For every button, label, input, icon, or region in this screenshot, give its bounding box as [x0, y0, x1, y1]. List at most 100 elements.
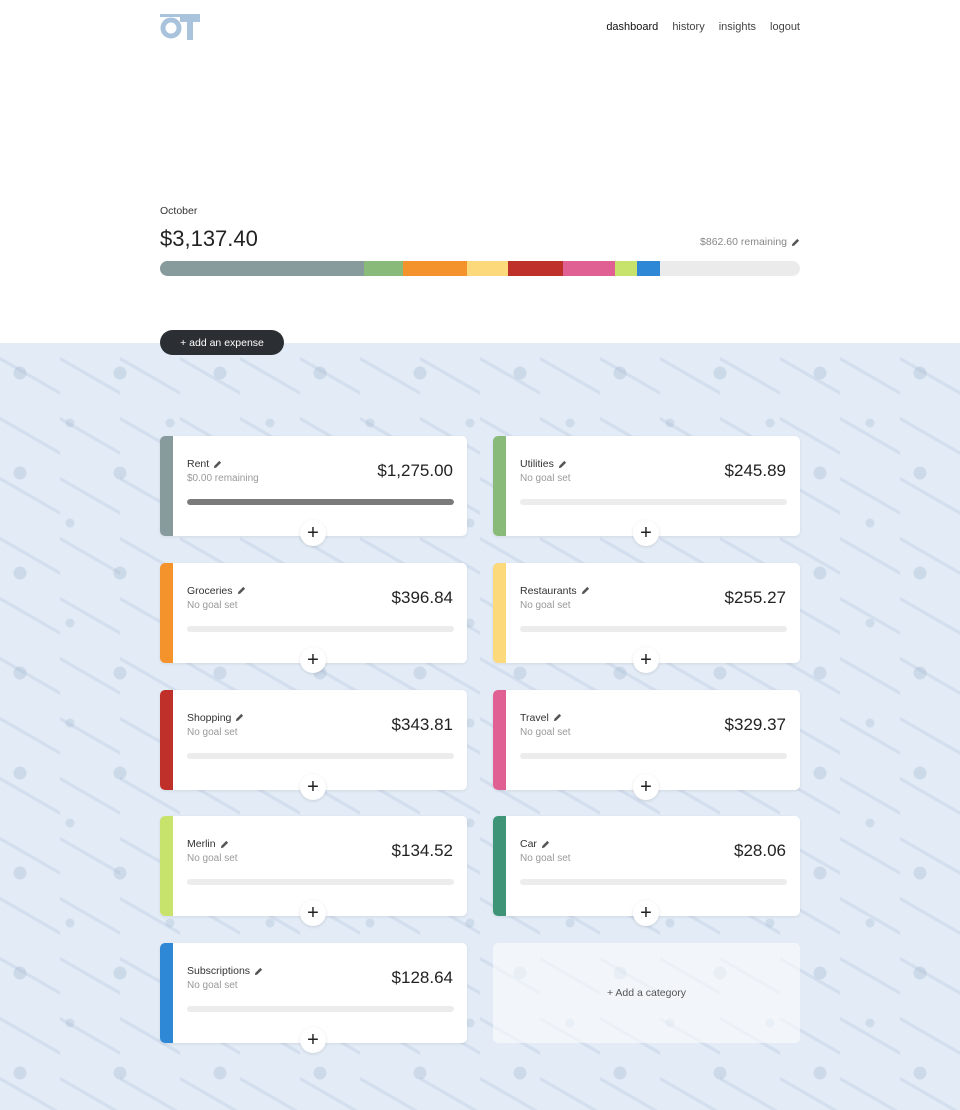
category-progress-bar [520, 499, 787, 505]
category-card-rent[interactable]: Rent $0.00 remaining $1,275.00 + [160, 436, 467, 546]
category-amount: $28.06 [734, 841, 786, 861]
add-expense-button[interactable]: + add an expense [160, 330, 284, 355]
category-amount: $343.81 [391, 714, 453, 734]
category-amount: $134.52 [391, 841, 453, 861]
category-goal: No goal set [520, 599, 571, 611]
add-to-category-button[interactable]: + [633, 520, 659, 546]
category-color-stripe [493, 562, 506, 663]
category-card-subscriptions[interactable]: Subscriptions No goal set $128.64 + [160, 943, 467, 1053]
category-label: Merlin [187, 838, 216, 851]
category-label: Shopping [187, 711, 232, 724]
main-nav: dashboard history insights logout [606, 21, 800, 33]
logo-icon[interactable] [160, 14, 200, 40]
edit-pencil-icon[interactable] [541, 840, 550, 849]
category-amount: $128.64 [391, 968, 453, 987]
category-name[interactable]: Restaurants [520, 585, 590, 597]
edit-pencil-icon[interactable] [220, 840, 229, 849]
category-progress-bar [187, 1006, 454, 1012]
nav-insights[interactable]: insights [719, 21, 756, 33]
budget-segment-groceries [403, 261, 467, 276]
category-amount: $1,275.00 [377, 461, 453, 480]
edit-pencil-icon[interactable] [235, 713, 244, 722]
category-label: Utilities [520, 458, 554, 470]
category-color-stripe [493, 436, 506, 536]
category-goal: No goal set [187, 726, 238, 738]
category-goal: $0.00 remaining [187, 473, 259, 484]
category-label: Groceries [187, 584, 233, 597]
edit-pencil-icon[interactable] [558, 460, 567, 469]
category-label: Car [520, 838, 537, 851]
category-card-car[interactable]: Car No goal set $28.06 + [493, 816, 800, 927]
category-progress-bar [187, 879, 454, 886]
category-color-stripe [493, 689, 506, 790]
category-goal: No goal set [520, 726, 571, 738]
category-label: Restaurants [520, 584, 577, 597]
category-name[interactable]: Groceries [187, 585, 246, 597]
category-amount: $255.27 [724, 587, 786, 607]
nav-history[interactable]: history [672, 21, 704, 33]
category-goal: No goal set [520, 853, 571, 865]
add-to-category-button[interactable]: + [633, 646, 659, 673]
category-name[interactable]: Travel [520, 712, 562, 724]
add-to-category-button[interactable]: + [633, 773, 659, 800]
category-goal: No goal set [520, 473, 571, 484]
edit-pencil-icon[interactable] [581, 586, 590, 595]
add-to-category-button[interactable]: + [300, 646, 326, 673]
category-name[interactable]: Utilities [520, 458, 567, 470]
add-to-category-button[interactable]: + [300, 773, 326, 800]
category-label: Travel [520, 711, 549, 724]
category-card-shopping[interactable]: Shopping No goal set $343.81 + [160, 689, 467, 800]
category-card-merlin[interactable]: Merlin No goal set $134.52 + [160, 816, 467, 927]
background-pattern [0, 343, 960, 1110]
category-color-stripe [160, 943, 173, 1043]
category-card-groceries[interactable]: Groceries No goal set $396.84 + [160, 562, 467, 673]
total-spent: $3,137.40 [160, 226, 258, 251]
category-color-stripe [493, 816, 506, 917]
category-color-stripe [160, 436, 173, 536]
budget-segment-shopping [507, 261, 563, 276]
month-label: October [160, 205, 198, 217]
budget-segment-restaurants [466, 261, 508, 276]
remaining-label: $862.60 remaining [700, 236, 787, 248]
edit-pencil-icon[interactable] [254, 967, 263, 976]
budget-bar [160, 261, 800, 276]
edit-pencil-icon[interactable] [213, 460, 222, 469]
category-card-travel[interactable]: Travel No goal set $329.37 + [493, 689, 800, 800]
category-progress-bar [187, 499, 454, 505]
budget-segment-rent [160, 261, 365, 276]
header-area: dashboard history insights logout Octobe… [0, 0, 960, 343]
category-progress-bar [520, 879, 787, 886]
add-to-category-button[interactable]: + [300, 1027, 326, 1053]
add-to-category-button[interactable]: + [300, 520, 326, 546]
category-name[interactable]: Shopping [187, 712, 244, 724]
category-progress-bar [520, 752, 787, 759]
category-name[interactable]: Merlin [187, 838, 229, 850]
category-progress-bar [187, 752, 454, 759]
category-label: Rent [187, 458, 210, 470]
budget-remaining[interactable]: $862.60 remaining [700, 236, 800, 248]
budget-segment-travel [562, 261, 615, 276]
category-goal: No goal set [187, 599, 238, 611]
category-card-restaurants[interactable]: Restaurants No goal set $255.27 + [493, 562, 800, 673]
category-progress-bar [187, 625, 454, 632]
category-color-stripe [160, 689, 173, 790]
category-color-stripe [160, 562, 173, 663]
add-category-button[interactable]: + Add a category [493, 943, 800, 1043]
budget-segment-merlin [615, 261, 637, 276]
category-name[interactable]: Car [520, 838, 550, 850]
budget-segment-utilities [364, 261, 404, 276]
edit-pencil-icon[interactable] [553, 713, 562, 722]
category-amount: $329.37 [724, 714, 786, 734]
edit-pencil-icon[interactable] [791, 238, 800, 247]
category-name[interactable]: Rent [187, 458, 222, 470]
nav-logout[interactable]: logout [770, 21, 800, 33]
category-progress-bar [520, 625, 787, 632]
category-color-stripe [160, 816, 173, 917]
category-progress-fill [187, 499, 454, 505]
category-name[interactable]: Subscriptions [187, 965, 263, 977]
budget-segment-subscriptions [636, 261, 661, 276]
category-card-utilities[interactable]: Utilities No goal set $245.89 + [493, 436, 800, 546]
nav-dashboard[interactable]: dashboard [606, 21, 658, 33]
category-amount: $396.84 [391, 587, 453, 607]
edit-pencil-icon[interactable] [237, 586, 246, 595]
